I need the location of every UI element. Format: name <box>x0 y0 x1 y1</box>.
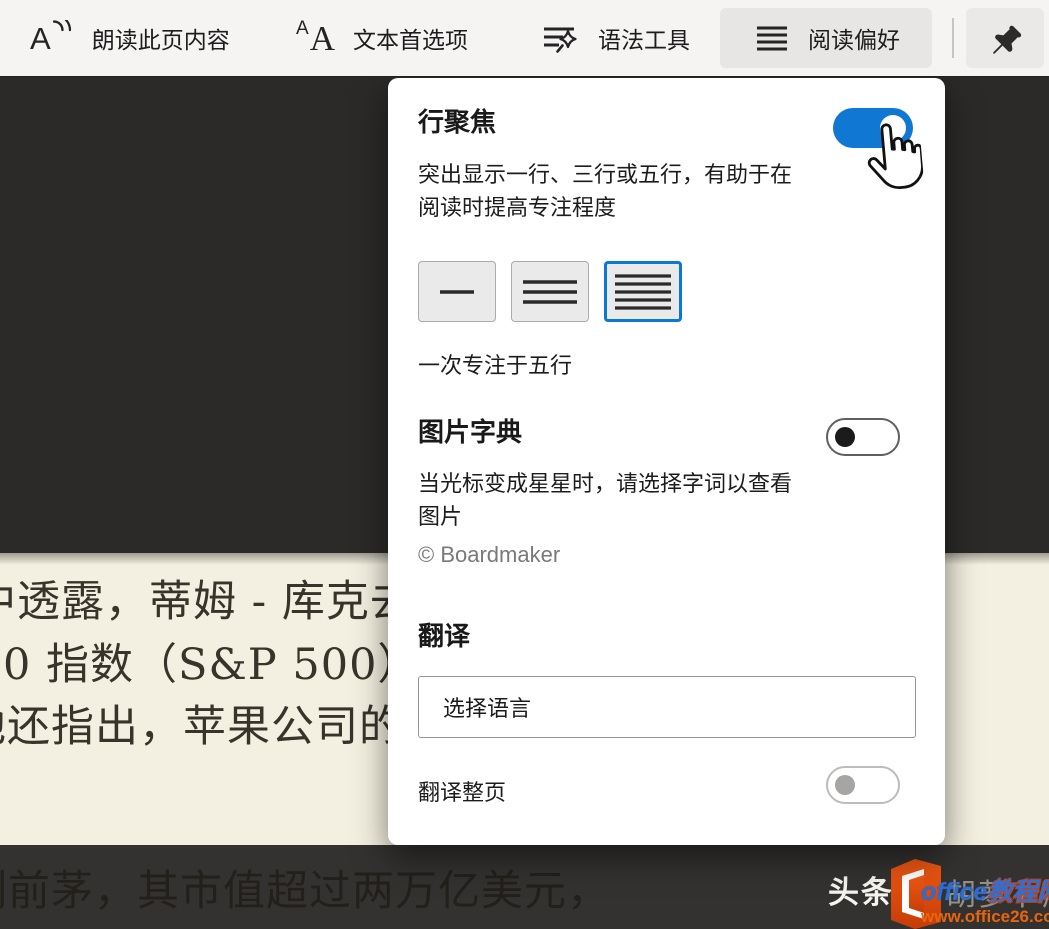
grammar-tools-icon <box>536 16 580 60</box>
read-aloud-label: 朗读此页内容 <box>92 21 230 55</box>
text-preferences-button[interactable]: A A 文本首选项 <box>296 0 468 76</box>
text-preferences-label: 文本首选项 <box>353 21 468 55</box>
pin-toolbar-button[interactable] <box>966 8 1044 68</box>
pin-icon <box>984 17 1026 59</box>
translate-page-toggle[interactable] <box>826 766 900 804</box>
language-select-value: 选择语言 <box>443 691 531 723</box>
article-line-dimmed: 名列前茅，其市值超过两万亿美元， <box>0 857 610 918</box>
translate-page-label: 翻译整页 <box>418 775 506 807</box>
picture-dictionary-title: 图片字典 <box>418 412 522 449</box>
immersive-reader-toolbar: A 朗读此页内容 A A 文本首选项 语法工具 <box>0 0 1049 76</box>
dimmed-text-band: 名列前茅，其市值超过两万亿美元， 头条 胡萝卜周 office教程网 www.o… <box>0 845 1049 929</box>
line-focus-title: 行聚焦 <box>418 102 496 139</box>
toolbar-divider <box>952 18 954 58</box>
read-aloud-button[interactable]: A 朗读此页内容 <box>30 0 230 76</box>
toggle-knob <box>835 775 855 795</box>
five-line-icon <box>614 271 672 313</box>
toggle-knob <box>835 427 855 447</box>
language-select[interactable]: 选择语言 <box>418 676 916 738</box>
reading-preferences-panel: 行聚焦 突出显示一行、三行或五行，有助于在阅读时提高专注程度 <box>388 78 945 845</box>
watermark-url: www.office26.com <box>921 908 1049 925</box>
line-focus-options <box>418 261 682 322</box>
reading-preferences-label: 阅读偏好 <box>808 21 900 55</box>
reading-preferences-button[interactable]: 阅读偏好 <box>720 8 932 68</box>
line-focus-description: 突出显示一行、三行或五行，有助于在阅读时提高专注程度 <box>418 158 796 224</box>
three-line-icon <box>522 272 578 312</box>
grammar-tools-button[interactable]: 语法工具 <box>536 0 690 76</box>
grammar-tools-label: 语法工具 <box>598 21 690 55</box>
hand-cursor <box>863 120 925 200</box>
read-aloud-icon: A <box>30 23 74 54</box>
text-preferences-icon: A A <box>296 21 335 56</box>
picture-dictionary-description: 当光标变成星星时，请选择字词以查看图片 <box>418 467 796 533</box>
one-line-icon <box>429 272 485 312</box>
translate-title: 翻译 <box>418 616 470 653</box>
site-watermark: office教程网 www.office26.com <box>921 880 1049 925</box>
picture-dictionary-toggle[interactable] <box>826 418 900 456</box>
watermark-site-cn: 教程网 <box>987 878 1049 906</box>
reading-preferences-icon <box>752 18 792 58</box>
three-line-focus-button[interactable] <box>511 261 589 322</box>
watermark-site-latin: office <box>921 878 987 906</box>
five-line-focus-button[interactable] <box>604 261 682 322</box>
line-focus-hint: 一次专注于五行 <box>418 348 572 380</box>
one-line-focus-button[interactable] <box>418 261 496 322</box>
boardmaker-credit: © Boardmaker <box>418 542 560 568</box>
